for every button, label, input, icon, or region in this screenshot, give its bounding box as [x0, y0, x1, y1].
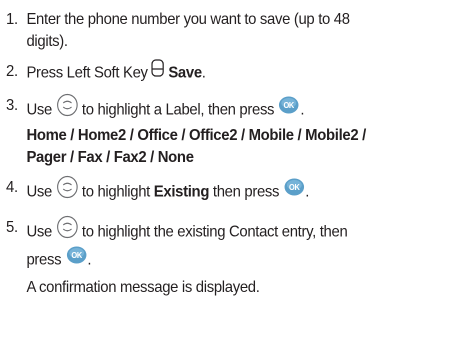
left-soft-key-icon	[151, 59, 165, 84]
label-options-continued: Pager / Fax / Fax2 / None	[26, 148, 194, 166]
step-text-continued: digits).	[26, 32, 68, 50]
step-number: 1.	[6, 11, 18, 28]
step-text: Use	[26, 100, 52, 118]
step-text: Use	[26, 183, 52, 201]
ok-key-icon: OK	[283, 177, 305, 204]
svg-text:OK: OK	[284, 100, 295, 109]
navigation-key-icon	[56, 93, 78, 124]
instruction-list: 1. Enter the phone number you want to sa…	[6, 9, 425, 307]
step-number: 4.	[6, 179, 18, 196]
save-key-label: Save	[168, 64, 202, 82]
navigation-key-icon	[56, 175, 78, 206]
step-number: 3.	[6, 96, 18, 114]
step-text: to highlight a Label, then press	[81, 100, 275, 118]
step-number: 2.	[6, 63, 18, 80]
step-3: 3. Use to highlight a Label, then press …	[6, 93, 425, 169]
step-text: Press Left Soft Key	[26, 64, 148, 82]
step-2: 2. Press Left Soft Key Save.	[6, 59, 425, 86]
step-1: 1. Enter the phone number you want to sa…	[6, 9, 425, 52]
punctuation: .	[300, 100, 305, 118]
step-text: press	[26, 251, 62, 269]
punctuation: .	[305, 183, 310, 201]
step-text: Use	[26, 222, 52, 240]
step-text: then press	[212, 183, 280, 201]
ok-key-icon: OK	[278, 95, 300, 122]
step-text: Enter the phone number you want to save …	[26, 11, 350, 28]
step-text: to highlight the existing Contact entry,…	[81, 222, 348, 240]
step-text: to highlight	[81, 183, 150, 201]
step-5: 5. Use to highlight the existing Contact…	[6, 215, 425, 299]
ok-key-icon: OK	[65, 245, 87, 272]
existing-option-label: Existing	[153, 183, 210, 201]
label-options: Home / Home2 / Office / Office2 / Mobile…	[26, 127, 366, 144]
step-4: 4. Use to highlight Existing then press …	[6, 175, 425, 208]
confirmation-note: A confirmation message is displayed.	[26, 278, 260, 296]
step-number: 5.	[6, 218, 18, 236]
svg-text:OK: OK	[71, 251, 82, 260]
svg-text:OK: OK	[289, 183, 300, 192]
navigation-key-icon	[56, 215, 78, 246]
punctuation: .	[201, 64, 206, 82]
punctuation: .	[87, 251, 92, 269]
